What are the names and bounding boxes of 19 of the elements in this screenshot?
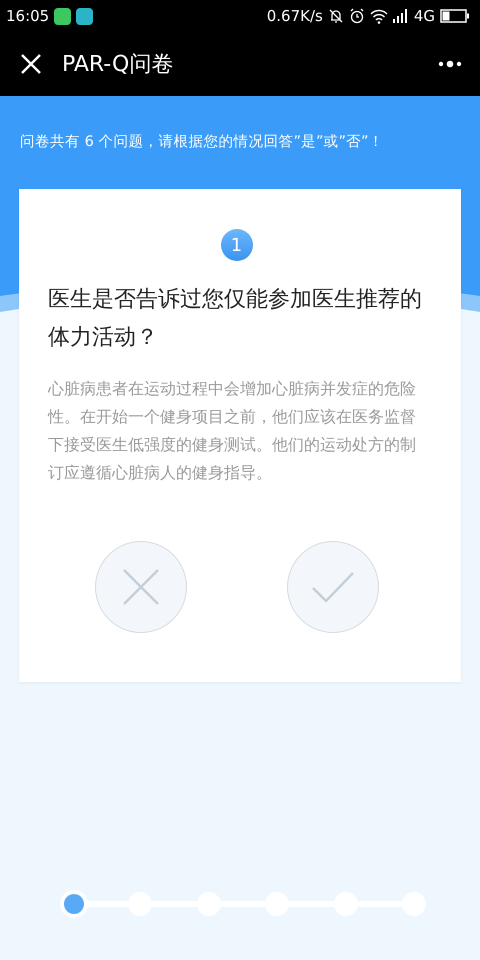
question-explanation: 心脏病患者在运动过程中会增加心脏病并发症的危险性。在开始一个健身项目之前，他们应该在医务监督下接受医生低强度的健身测试。他们的运动处方的制订应遵循心脏病人的健身指导。 xyxy=(48,378,417,484)
network-speed: 0.67K/s xyxy=(266,7,323,25)
alarm-icon xyxy=(348,8,365,24)
more-icon[interactable] xyxy=(438,60,462,68)
app-notification-icon xyxy=(54,8,72,24)
close-icon[interactable] xyxy=(20,53,42,75)
wifi-icon xyxy=(370,8,388,24)
page-title: PAR-Q问卷 xyxy=(62,51,174,79)
mute-icon xyxy=(328,8,344,24)
question-number: 1 xyxy=(220,229,252,261)
signal-icon xyxy=(392,9,409,23)
check-icon xyxy=(312,572,354,602)
battery-icon xyxy=(440,9,470,23)
network-type: 4G xyxy=(414,7,435,25)
question-title: 医生是否告诉过您仅能参加医生推荐的体力活动？ xyxy=(48,286,423,352)
app-notification-icon xyxy=(76,8,94,24)
status-time: 16:05 xyxy=(6,7,50,25)
close-icon xyxy=(122,569,158,605)
intro-text: 问卷共有 6 个问题，请根据您的情况回答”是”或”否”！ xyxy=(19,133,384,151)
